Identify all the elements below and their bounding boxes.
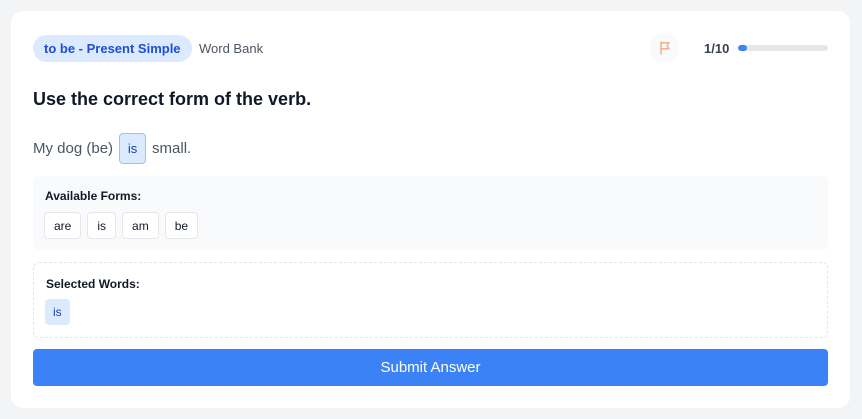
available-forms-panel: Available Forms: are is am be xyxy=(33,176,828,250)
topic-badge[interactable]: to be - Present Simple xyxy=(33,35,192,62)
progress-count: 1/10 xyxy=(704,41,730,56)
word-chip[interactable]: are xyxy=(44,212,82,239)
selected-word-chip[interactable]: is xyxy=(45,299,70,325)
word-chip[interactable]: is xyxy=(87,212,117,239)
answer-slot[interactable]: is xyxy=(119,133,147,164)
report-flag-button[interactable] xyxy=(650,33,680,63)
sentence-before: My dog (be) xyxy=(33,140,114,157)
selected-words-title: Selected Words: xyxy=(46,277,140,291)
progress-bar-fill xyxy=(738,45,747,51)
flag-icon xyxy=(660,41,670,55)
question-sentence: My dog (be) is small. xyxy=(33,133,191,164)
available-forms-title: Available Forms: xyxy=(45,189,142,203)
sentence-after: small. xyxy=(152,140,192,157)
exercise-card: to be - Present Simple Word Bank 1/10 Us… xyxy=(11,11,850,408)
mode-label: Word Bank xyxy=(199,41,264,56)
word-bank-chips: are is am be xyxy=(44,212,199,239)
word-chip[interactable]: am xyxy=(122,212,159,239)
progress-bar xyxy=(738,45,828,51)
word-chip[interactable]: be xyxy=(164,212,199,239)
question-instruction: Use the correct form of the verb. xyxy=(33,89,312,109)
selected-words-panel: Selected Words: is xyxy=(33,262,828,338)
submit-answer-button[interactable]: Submit Answer xyxy=(33,349,828,386)
